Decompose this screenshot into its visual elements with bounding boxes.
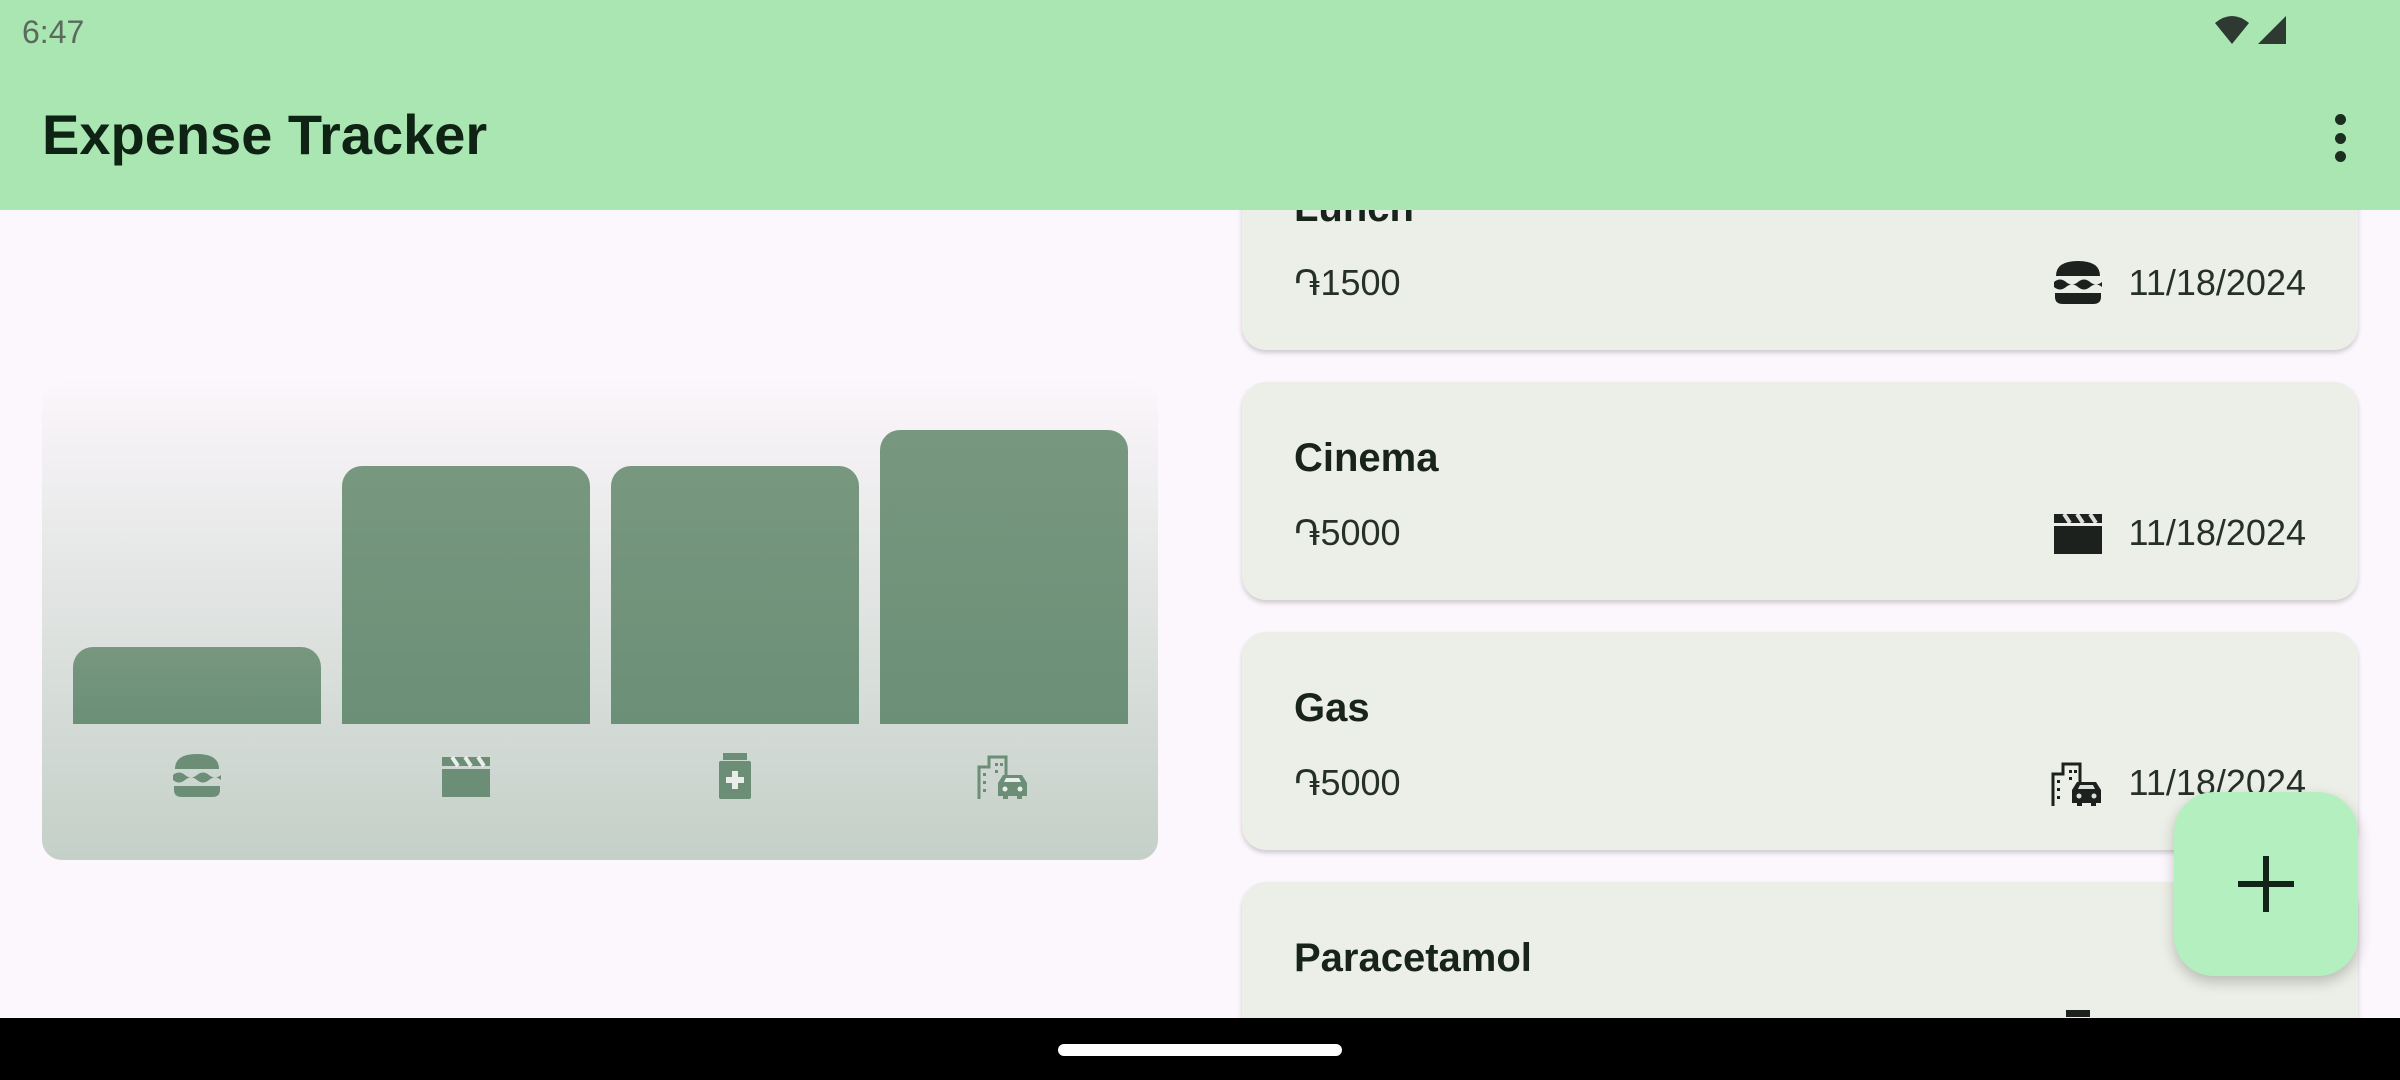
clapperboard-icon — [2050, 508, 2106, 558]
expense-date: 11/18/2024 — [2128, 512, 2306, 553]
expense-amount: ֏1500 — [1294, 262, 1401, 303]
content-area: Lunch ֏1500 11/18/2024 Cinema ֏5000 11/18/202… — [0, 210, 2400, 1018]
add-expense-button[interactable] — [2174, 792, 2358, 976]
status-time: 6:47 — [22, 14, 85, 50]
signal-icon — [2258, 16, 2286, 44]
home-gesture-handle[interactable] — [1058, 1044, 1342, 1056]
expense-title: Lunch — [1294, 210, 1414, 231]
burger-icon — [169, 750, 225, 802]
chart-bar-medicine — [611, 466, 859, 724]
transport-icon — [976, 750, 1032, 802]
expense-chart — [42, 382, 1158, 860]
expense-card[interactable]: Lunch ֏1500 11/18/2024 — [1242, 210, 2358, 350]
chart-bar-slot — [611, 430, 859, 724]
chart-bar-food — [73, 647, 321, 724]
chart-bar-slot — [73, 430, 321, 724]
chart-bar-transport — [880, 430, 1128, 724]
burger-icon — [2050, 258, 2106, 308]
medicine-icon — [2050, 1008, 2106, 1018]
expense-meta: 11/18/2024 — [2050, 508, 2306, 558]
add-icon — [2238, 856, 2294, 912]
app-bar: Expense Tracker — [0, 66, 2400, 210]
clapperboard-icon — [438, 750, 494, 802]
chart-bar-slot — [342, 430, 590, 724]
app-title: Expense Tracker — [42, 103, 488, 166]
expense-meta: 11/18/2024 — [2050, 258, 2306, 308]
expense-meta: 11/14/2024 — [2050, 1008, 2306, 1018]
expense-title: Gas — [1294, 686, 1370, 730]
medicine-icon — [707, 750, 763, 802]
expense-date: 11/18/2024 — [2128, 262, 2306, 303]
navigation-bar — [0, 1018, 2400, 1080]
expense-card[interactable]: Cinema ֏5000 11/18/2024 — [1242, 382, 2358, 600]
expense-title: Paracetamol — [1294, 936, 1532, 980]
more-vert-icon[interactable] — [2320, 110, 2360, 166]
chart-bar-slot — [880, 430, 1128, 724]
transport-icon — [2050, 758, 2106, 808]
status-bar: 6:47 — [0, 0, 2400, 66]
expense-amount: ֏5000 — [1294, 512, 1401, 553]
wifi-icon — [2215, 16, 2249, 44]
chart-bar-entertainment — [342, 466, 590, 724]
expense-amount: ֏5000 — [1294, 762, 1401, 803]
expense-title: Cinema — [1294, 436, 1439, 480]
status-icons — [2214, 14, 2288, 46]
